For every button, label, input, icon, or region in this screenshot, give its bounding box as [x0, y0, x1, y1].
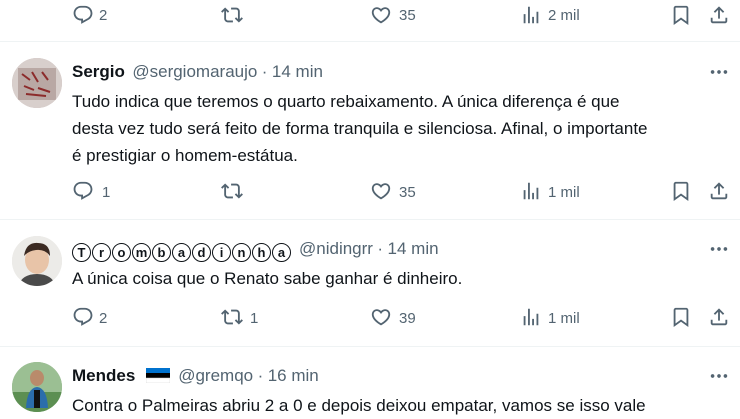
- separator: ·: [261, 62, 268, 81]
- like-icon[interactable]: [370, 180, 392, 202]
- divider: [0, 346, 740, 347]
- reply-icon[interactable]: [72, 306, 94, 328]
- more-icon[interactable]: [708, 365, 730, 387]
- author-handle[interactable]: @nidingrr: [299, 239, 373, 258]
- author-name-letter: d: [192, 243, 211, 262]
- views-icon[interactable]: [520, 180, 542, 202]
- author-name-letter: a: [172, 243, 191, 262]
- bookmark-icon[interactable]: [670, 4, 692, 26]
- retweet-icon[interactable]: [221, 306, 243, 328]
- views-count: 1 mil: [548, 310, 580, 327]
- timestamp[interactable]: 14 min: [272, 62, 323, 81]
- author-name[interactable]: Mendes: [72, 366, 135, 385]
- author-name-letter: T: [72, 243, 91, 262]
- views-count: 2 mil: [548, 7, 580, 24]
- tweet-text-line: desta vez tudo será feito de forma tranq…: [72, 119, 648, 138]
- tweet-text-line: A única coisa que o Renato sabe ganhar é…: [72, 269, 463, 288]
- views-icon[interactable]: [520, 306, 542, 328]
- like-count: 35: [399, 184, 416, 201]
- like-count: 35: [399, 7, 416, 24]
- author-name-letter: r: [92, 243, 111, 262]
- avatar[interactable]: [12, 362, 62, 412]
- author-handle[interactable]: @sergiomaraujo: [132, 62, 257, 81]
- retweet-icon[interactable]: [221, 180, 243, 202]
- avatar[interactable]: [12, 236, 62, 286]
- divider: [0, 219, 740, 220]
- tweet-text-line: Contra o Palmeiras abriu 2 a 0 e depois …: [72, 396, 646, 415]
- tweet-text: A única coisa que o Renato sabe ganhar é…: [72, 265, 462, 292]
- bookmark-icon[interactable]: [670, 306, 692, 328]
- reply-count: 2: [99, 7, 108, 24]
- author-name-letter: a: [272, 243, 291, 262]
- retweet-count: 1: [250, 310, 259, 327]
- timestamp[interactable]: 14 min: [388, 239, 439, 258]
- author-name[interactable]: Sergio: [72, 62, 125, 81]
- views-icon[interactable]: [520, 4, 542, 26]
- reply-icon[interactable]: [72, 4, 94, 26]
- tweet-text-line: é prestigiar o homem-estátua.: [72, 146, 298, 165]
- reply-icon[interactable]: [72, 180, 94, 202]
- like-icon[interactable]: [370, 4, 392, 26]
- retweet-icon[interactable]: [221, 4, 243, 26]
- tweet-text: Tudo indica que teremos o quarto rebaixa…: [72, 88, 648, 169]
- share-icon[interactable]: [708, 306, 730, 328]
- like-count: 39: [399, 310, 416, 327]
- reply-count: 2: [99, 310, 108, 327]
- views-count: 1 mil: [548, 184, 580, 201]
- share-icon[interactable]: [708, 180, 730, 202]
- tweet-text: Contra o Palmeiras abriu 2 a 0 e depois …: [72, 392, 646, 419]
- more-icon[interactable]: [708, 61, 730, 83]
- like-icon[interactable]: [370, 306, 392, 328]
- separator: ·: [257, 366, 264, 385]
- share-icon[interactable]: [708, 4, 730, 26]
- timestamp[interactable]: 16 min: [268, 366, 319, 385]
- tweet-text-line: Tudo indica que teremos o quarto rebaixa…: [72, 92, 620, 111]
- reply-count: 1: [102, 184, 111, 201]
- author-name-letter: b: [152, 243, 171, 262]
- author-name-letter: h: [252, 243, 271, 262]
- more-icon[interactable]: [708, 238, 730, 260]
- author-name[interactable]: T r o m b a d i n h a: [72, 243, 291, 262]
- author-name-letter: i: [212, 243, 231, 262]
- author-name-letter: m: [132, 243, 151, 262]
- bookmark-icon[interactable]: [670, 180, 692, 202]
- avatar[interactable]: [12, 58, 62, 108]
- separator: ·: [377, 239, 384, 258]
- author-name-letter: n: [232, 243, 251, 262]
- divider: [0, 41, 740, 42]
- author-handle[interactable]: @gremqo: [178, 366, 253, 385]
- flag-icon: [145, 368, 170, 384]
- author-name-letter: o: [112, 243, 131, 262]
